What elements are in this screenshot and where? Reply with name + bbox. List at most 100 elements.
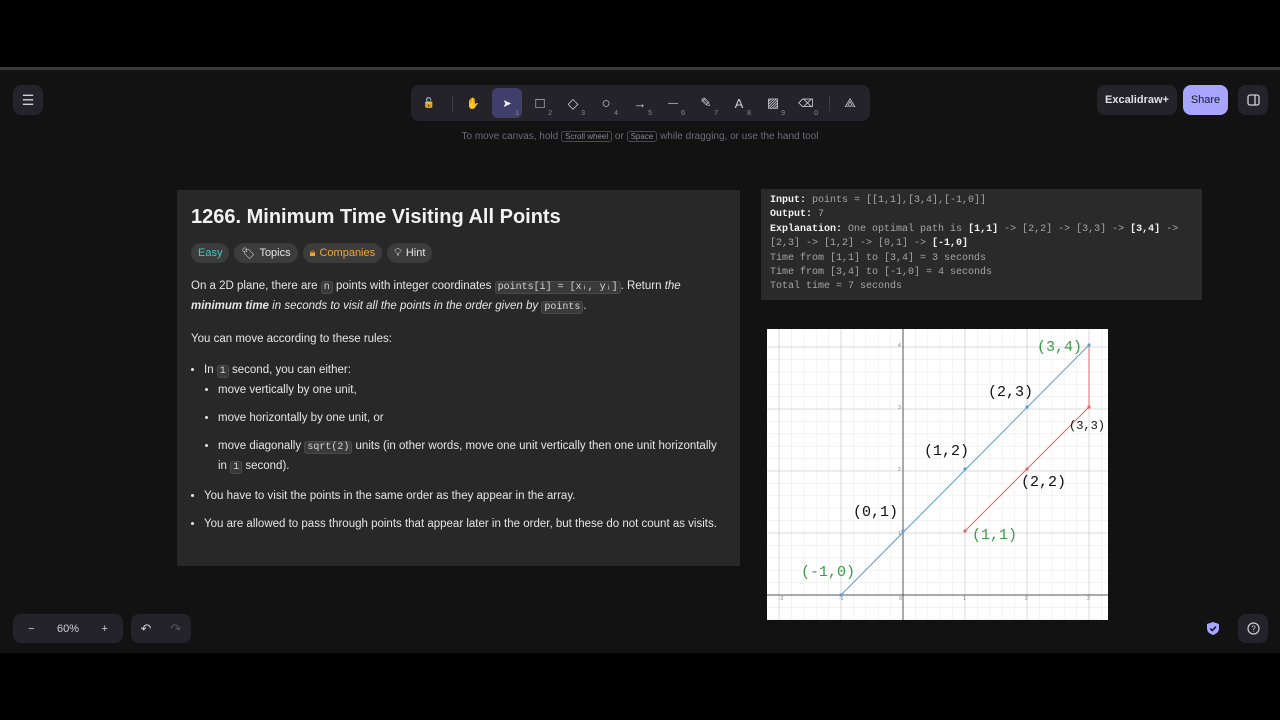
shape-toolbar: 🔓 ✋ ➤ 1 □ 2 ◇ 3 ○ 4 → 5 —6 ✎ 7 A8 ▨ 9 ⌫ 0 ⟁ bbox=[411, 85, 870, 121]
tag-icon: 🏷︎ bbox=[241, 247, 256, 260]
statement-text: points with integer coordinates bbox=[336, 280, 492, 292]
ellipse-shortcut: 4 bbox=[614, 110, 618, 117]
explanation-text: -> bbox=[1166, 223, 1179, 235]
x-tick-label: 3 bbox=[1087, 596, 1090, 602]
zoom-out-button[interactable]: − bbox=[13, 623, 50, 635]
topics-label: Topics bbox=[259, 247, 291, 259]
arrow-tool[interactable]: → 5 bbox=[625, 88, 655, 118]
eraser-shortcut: 0 bbox=[814, 110, 818, 117]
help-button[interactable]: ? bbox=[1238, 614, 1268, 643]
label-0-1: (0,1) bbox=[853, 504, 898, 521]
selection-tool[interactable]: ➤ 1 bbox=[492, 88, 522, 118]
rules-list: In 1 second, you can either: move vertic… bbox=[191, 361, 726, 533]
library-sidebar-button[interactable] bbox=[1238, 85, 1268, 115]
points-graph: -2 -1 0 1 2 3 1 2 3 4 (3,4) (2,3) (3,3) … bbox=[767, 329, 1108, 621]
share-button[interactable]: Share bbox=[1183, 85, 1228, 115]
line-shortcut: 6 bbox=[681, 110, 685, 117]
selection-icon: ➤ bbox=[502, 97, 512, 110]
hint-text: To move canvas, hold bbox=[461, 131, 559, 142]
zoom-level[interactable]: 60% bbox=[50, 623, 87, 635]
point-3-4 bbox=[1087, 343, 1091, 347]
line-tool[interactable]: —6 bbox=[658, 88, 688, 118]
sidebar-toggle-icon bbox=[1246, 94, 1260, 106]
x-tick-label: 1 bbox=[963, 596, 966, 602]
ellipse-tool[interactable]: ○ 4 bbox=[591, 88, 621, 118]
label-1-1: (1,1) bbox=[972, 527, 1017, 544]
label-3-3: (3,3) bbox=[1069, 419, 1105, 433]
x-tick-label: -1 bbox=[839, 596, 844, 602]
statement-text: . Return bbox=[620, 280, 662, 292]
inline-code: 1 bbox=[230, 461, 243, 474]
line-icon: — bbox=[668, 97, 678, 109]
selection-shortcut: 1 bbox=[515, 110, 519, 117]
shield-check-icon[interactable] bbox=[1206, 621, 1220, 636]
extra-tools-icon: ⟁ bbox=[844, 95, 856, 110]
toolbar-divider bbox=[452, 95, 453, 111]
inline-code: n bbox=[320, 281, 333, 294]
space-key: Space bbox=[626, 131, 658, 142]
point-2-2 bbox=[1025, 467, 1029, 471]
text-shortcut: 8 bbox=[747, 110, 751, 117]
eraser-tool[interactable]: ⌫ 0 bbox=[791, 88, 821, 118]
x-tick-label: -2 bbox=[779, 596, 784, 602]
diamond-tool[interactable]: ◇ 3 bbox=[558, 88, 588, 118]
ellipse-icon: ○ bbox=[601, 94, 611, 112]
rectangle-tool[interactable]: □ 2 bbox=[525, 88, 555, 118]
rule-item: You have to visit the points in the same… bbox=[204, 487, 726, 505]
example-input-line: Input: points = [[1,1],[3,4],[-1,0]] bbox=[770, 194, 1193, 208]
image-tool[interactable]: ▨ 9 bbox=[758, 88, 788, 118]
draw-shortcut: 7 bbox=[714, 110, 718, 117]
problem-tags: Easy 🏷︎ Topics 🔒︎ Companies 💡︎ Hint bbox=[191, 243, 726, 263]
point-m1-0 bbox=[839, 593, 843, 597]
statement-text: in seconds to visit all the points in th… bbox=[272, 300, 539, 312]
x-tick-label: 0 bbox=[899, 596, 902, 602]
hamburger-menu-button[interactable]: ☰ bbox=[13, 85, 43, 115]
example-image[interactable]: Input: points = [[1,1],[3,4],[-1,0]] Out… bbox=[761, 189, 1202, 300]
pencil-icon: ✎ bbox=[700, 95, 712, 110]
example-explanation-line: [2,3] -> [1,2] -> [0,1] -> [-1,0] bbox=[770, 237, 1193, 251]
y-tick-label: 4 bbox=[898, 343, 901, 349]
excalidraw-plus-button[interactable]: Excalidraw+ bbox=[1097, 85, 1177, 115]
example-time-line: Time from [1,1] to [3,4] = 3 seconds bbox=[770, 252, 987, 264]
explanation-label: Explanation: bbox=[770, 223, 843, 235]
zoom-in-button[interactable]: + bbox=[86, 623, 123, 635]
companies-label: Companies bbox=[319, 247, 376, 259]
example-total-line: Total time = 7 seconds bbox=[770, 281, 903, 293]
points-graph-image[interactable]: -2 -1 0 1 2 3 1 2 3 4 (3,4) (2,3) (3,3) … bbox=[767, 329, 1108, 621]
x-tick-label: 2 bbox=[1025, 596, 1028, 602]
hand-icon: ✋ bbox=[466, 97, 480, 110]
hint-label: Hint bbox=[405, 247, 426, 259]
lock-tool[interactable]: 🔓 bbox=[414, 88, 444, 118]
draw-tool[interactable]: ✎ 7 bbox=[691, 88, 721, 118]
topics-tag: 🏷︎ Topics bbox=[234, 243, 298, 263]
rule-item: You are allowed to pass through points t… bbox=[204, 515, 726, 533]
y-tick-label: 3 bbox=[898, 405, 901, 411]
extra-tools-button[interactable]: ⟁ bbox=[835, 88, 865, 118]
rules-intro: You can move according to these rules: bbox=[191, 333, 392, 345]
hamburger-menu-icon: ☰ bbox=[21, 91, 35, 108]
example-output-line: Output: 7 bbox=[770, 208, 1193, 222]
rectangle-icon: □ bbox=[535, 94, 545, 112]
point-3-3 bbox=[1087, 405, 1091, 409]
undo-button[interactable]: ↶ bbox=[131, 621, 161, 637]
diamond-icon: ◇ bbox=[567, 94, 579, 111]
input-value: points = [[1,1],[3,4],[-1,0]] bbox=[812, 195, 987, 206]
problem-description-image[interactable]: 1266. Minimum Time Visiting All Points E… bbox=[177, 190, 740, 566]
redo-button[interactable]: ↷ bbox=[161, 621, 191, 637]
y-tick-label: 2 bbox=[898, 467, 901, 473]
text-tool[interactable]: A8 bbox=[724, 88, 754, 118]
screen-top-bar bbox=[0, 0, 1280, 67]
screen-bottom-bar bbox=[0, 653, 1280, 720]
rule-text: second). bbox=[245, 460, 290, 472]
inline-code: 1 bbox=[216, 365, 229, 378]
canvas-hint: To move canvas, hold Scroll wheel or Spa… bbox=[0, 131, 1280, 142]
inline-code: sqrt(2) bbox=[304, 441, 353, 454]
zoom-controls: − 60% + bbox=[13, 614, 123, 643]
hand-tool[interactable]: ✋ bbox=[458, 88, 488, 118]
sub-rule-item: move horizontally by one unit, or bbox=[218, 409, 726, 427]
history-controls: ↶ ↷ bbox=[131, 614, 191, 643]
rule-text: second, you can either: bbox=[232, 364, 351, 376]
statement-text: . bbox=[583, 300, 587, 312]
statement-emphasis: minimum time bbox=[191, 300, 269, 312]
hint-text: while dragging, or use the hand tool bbox=[660, 131, 819, 142]
